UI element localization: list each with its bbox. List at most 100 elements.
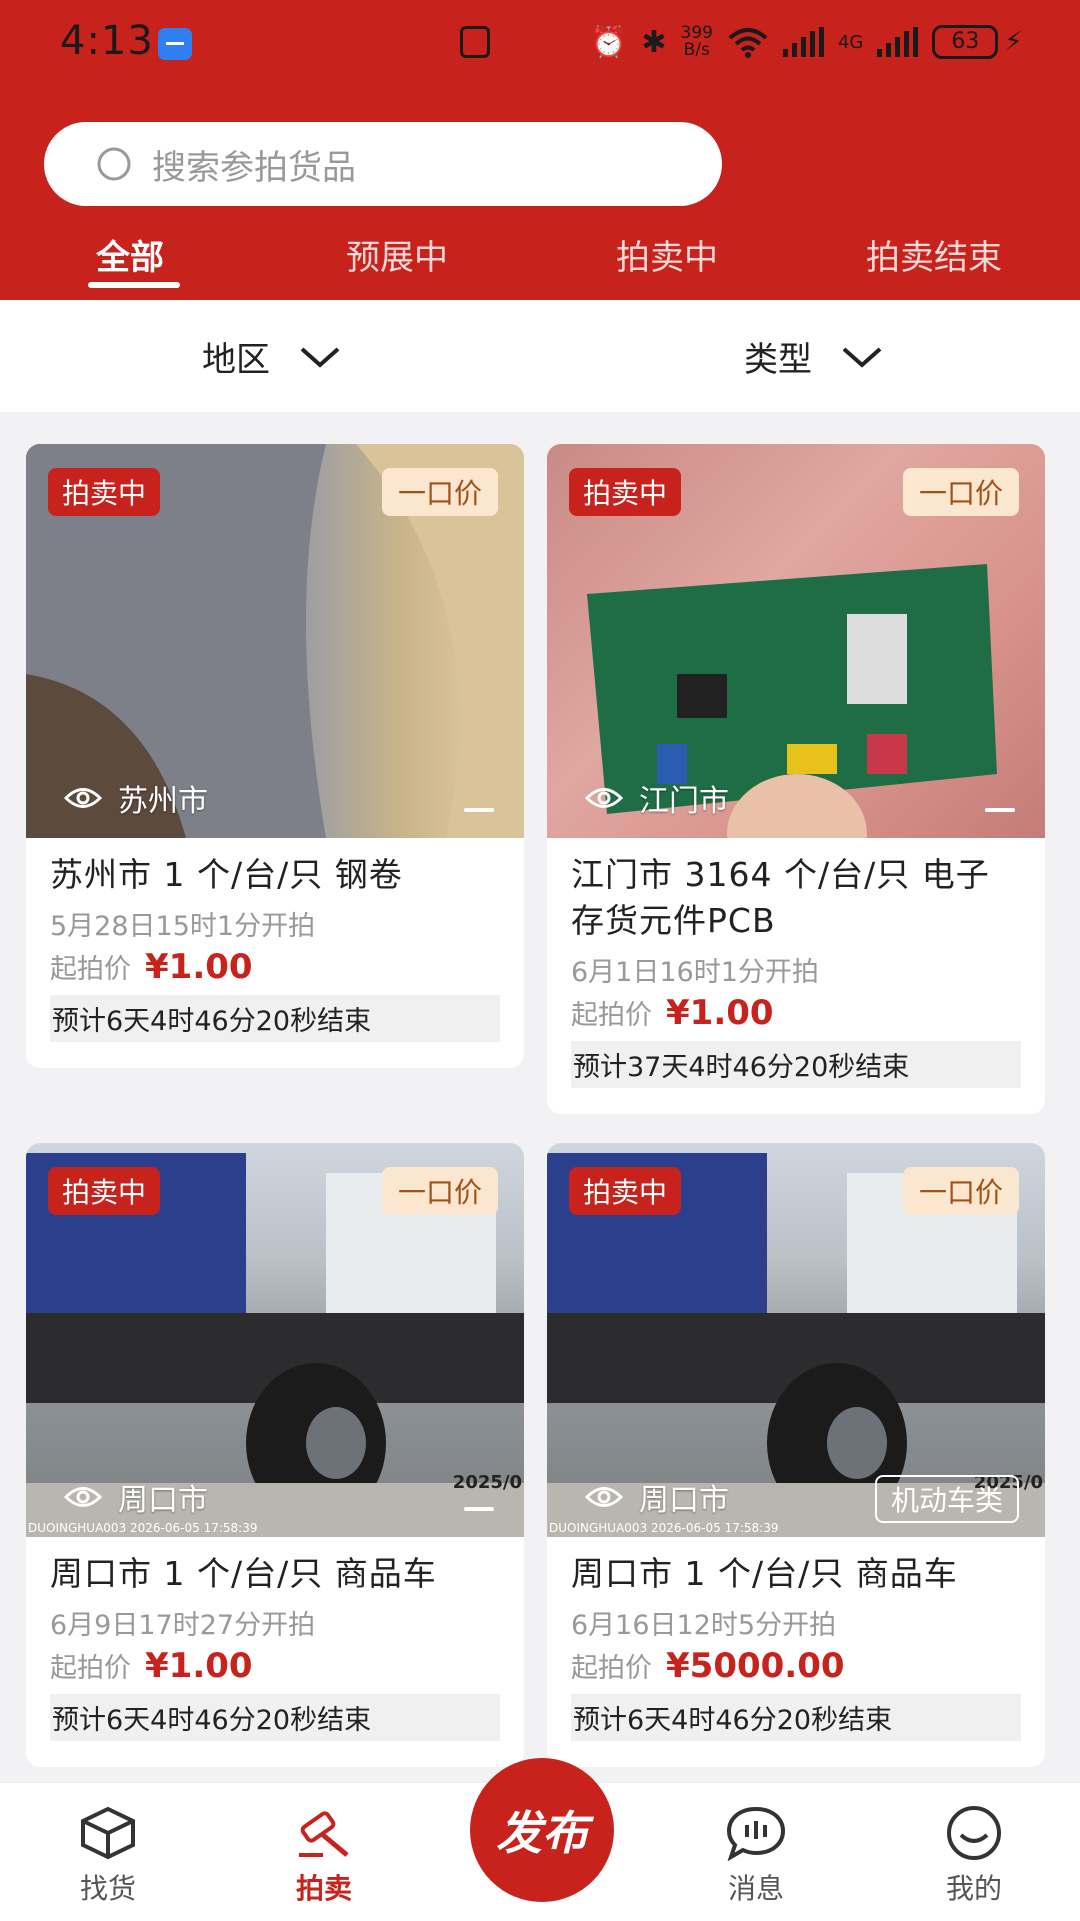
tab-all[interactable]: 全部 [96,230,164,279]
filter-bar: 地区 类型 [0,300,1080,412]
nav-auction[interactable]: 拍卖 [254,1805,394,1907]
item-image-truck-chassis: 拍卖中 一口价 2025/0 DUOINGHUA003 2026-06-05 1… [547,1143,1045,1537]
auction-card[interactable]: 拍卖中 一口价 江门市 江门市 3164 个/台/只 电子存货元件PCB 6月1… [547,444,1045,1114]
search-bar[interactable]: 搜索参拍货品 [44,122,722,206]
price-label: 起拍价 [50,954,131,985]
status-badge: 拍卖中 [48,1167,161,1215]
item-title: 江门市 3164 个/台/只 电子存货元件PCB [571,855,990,940]
tab-preview[interactable]: 预展中 [346,230,448,279]
tab-ended[interactable]: 拍卖结束 [866,230,1002,279]
smile-icon [947,1806,1001,1860]
wifi-icon [728,28,768,58]
status-badge: 拍卖中 [569,1167,682,1215]
net-speed-unit: B/s [683,40,710,60]
type-filter[interactable]: 类型 [744,332,884,381]
nav-mine-label: 我的 [945,1872,1002,1905]
signal-4g-icon [877,27,919,57]
status-tabs: 全部 预展中 拍卖中 拍卖结束 [0,230,1080,290]
location-label: 江门市 [639,784,729,819]
nav-find-goods[interactable]: 找货 [38,1805,178,1907]
search-icon [97,147,131,181]
status-badge: 拍卖中 [48,468,161,516]
price-mode-badge: 一口价 [381,1167,498,1215]
item-title: 苏州市 1 个/台/只 钢卷 [50,855,403,894]
signal-icon [782,27,824,57]
start-time: 5月28日15时1分开拍 [50,911,316,942]
photo-footer: DUOINGHUA003 2026-06-05 17:58:39 [28,1521,258,1535]
price-label: 起拍价 [571,1000,652,1031]
battery-level: 63 [932,25,999,59]
price-mode-badge: 一口价 [381,468,498,516]
location: 周口市 [585,1475,729,1519]
item-title: 周口市 1 个/台/只 商品车 [50,1554,437,1593]
start-price: ¥1.00 [666,993,774,1033]
location: 苏州市 [64,776,208,820]
status-time: 4:13 [60,18,154,64]
image-pager-indicator [464,808,494,812]
photo-footer: DUOINGHUA003 2026-06-05 17:58:39 [549,1521,779,1535]
price-label: 起拍价 [50,1653,131,1684]
location-label: 周口市 [118,1483,208,1518]
nav-messages-label: 消息 [727,1872,784,1905]
category-tag: 机动车类 [874,1475,1019,1523]
start-price: ¥5000.00 [666,1646,845,1686]
eye-icon [585,788,623,808]
nav-messages[interactable]: 消息 [686,1805,826,1907]
price-mode-badge: 一口价 [902,468,1019,516]
image-pager-indicator [985,808,1015,812]
type-filter-label: 类型 [744,340,812,380]
auction-card[interactable]: 拍卖中 一口价 2025/0 DUOINGHUA003 2026-06-05 1… [26,1143,524,1767]
nfc-icon [460,26,490,58]
chevron-down-icon [842,347,882,368]
photo-watermark: 2025/0 [452,1472,522,1493]
price-mode-badge: 一口价 [902,1167,1019,1215]
start-time: 6月9日17时27分开拍 [50,1610,316,1641]
eye-icon [585,1487,623,1507]
status-badge: 拍卖中 [569,468,682,516]
alarm-icon: ⏰ [590,24,628,60]
network-type: 4G [837,31,864,53]
status-bar: 4:13 ⏰ ✱ 399 B/s 4G 63 ⚡ [0,0,1080,90]
start-time: 6月16日12时5分开拍 [571,1610,837,1641]
header: 4:13 ⏰ ✱ 399 B/s 4G 63 ⚡ 搜索参拍货品 全部 预展中 拍… [0,0,1080,300]
chevron-down-icon [300,347,340,368]
eye-icon [64,788,102,808]
start-price: ¥1.00 [145,1646,253,1686]
item-title: 周口市 1 个/台/只 商品车 [571,1554,958,1593]
item-image-pcb-board: 拍卖中 一口价 江门市 [547,444,1045,838]
bluetooth-icon: ✱ [641,24,667,60]
image-pager-indicator [464,1507,494,1511]
net-speed: 399 B/s [681,25,713,59]
end-countdown: 预计6天4时46分20秒结束 [50,1694,500,1741]
auction-card[interactable]: 拍卖中 一口价 苏州市 苏州市 1 个/台/只 钢卷 5月28日15时1分开拍 … [26,444,524,1068]
chat-icon [726,1806,786,1861]
nav-mine[interactable]: 我的 [904,1805,1044,1907]
item-image-steel-coil: 拍卖中 一口价 苏州市 [26,444,524,838]
start-price: ¥1.00 [145,947,253,987]
nav-find-goods-label: 找货 [79,1872,136,1905]
search-placeholder: 搜索参拍货品 [152,148,356,188]
usb-icon [158,28,192,60]
tab-in-auction[interactable]: 拍卖中 [616,230,718,279]
location: 江门市 [585,776,729,820]
publish-label: 发布 [496,1806,588,1860]
publish-button[interactable]: 发布 [470,1758,614,1902]
box-icon [81,1806,135,1860]
charging-icon: ⚡ [1004,27,1023,57]
gavel-icon [299,1811,349,1857]
end-countdown: 预计6天4时46分20秒结束 [50,995,500,1042]
nav-auction-label: 拍卖 [295,1872,352,1905]
location-label: 苏州市 [118,784,208,819]
tab-active-indicator [88,282,180,288]
auction-card[interactable]: 拍卖中 一口价 2025/0 DUOINGHUA003 2026-06-05 1… [547,1143,1045,1767]
eye-icon [64,1487,102,1507]
start-time: 6月1日16时1分开拍 [571,957,819,988]
location: 周口市 [64,1475,208,1519]
end-countdown: 预计6天4时46分20秒结束 [571,1694,1021,1741]
item-image-truck-chassis: 拍卖中 一口价 2025/0 DUOINGHUA003 2026-06-05 1… [26,1143,524,1537]
location-label: 周口市 [639,1483,729,1518]
battery-icon: 63 ⚡ [932,25,1023,59]
region-filter[interactable]: 地区 [202,332,342,381]
price-label: 起拍价 [571,1653,652,1684]
region-filter-label: 地区 [202,340,270,380]
